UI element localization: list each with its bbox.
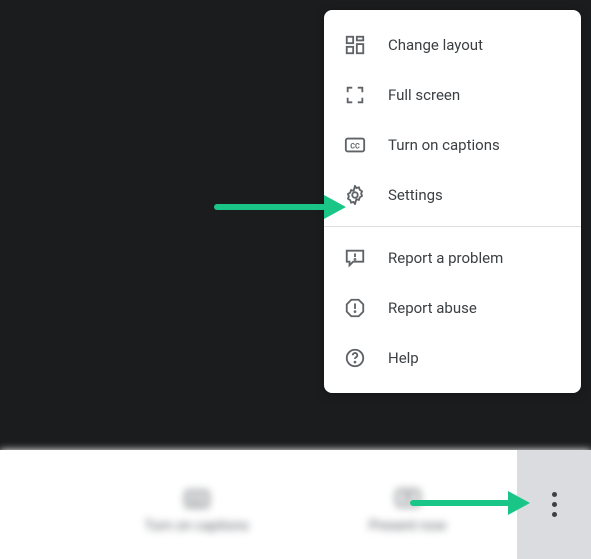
- present-button[interactable]: Present now: [369, 476, 447, 534]
- fullscreen-icon: [344, 84, 366, 106]
- menu-item-settings[interactable]: Settings: [324, 170, 581, 220]
- more-vert-icon: [552, 492, 557, 517]
- captions-icon: CC: [184, 486, 210, 512]
- menu-divider: [324, 226, 581, 227]
- bottom-control-bar: CC Turn on captions Present now: [0, 450, 591, 559]
- gear-icon: [344, 184, 366, 206]
- menu-label: Settings: [388, 186, 443, 204]
- report-icon: [344, 297, 366, 319]
- options-menu: Change layout Full screen CC Turn on cap…: [324, 10, 581, 393]
- present-icon: [395, 486, 421, 512]
- menu-label: Report a problem: [388, 249, 503, 267]
- layout-icon: [344, 34, 366, 56]
- present-label: Present now: [369, 518, 447, 534]
- feedback-icon: [344, 247, 366, 269]
- more-options-button[interactable]: [517, 450, 591, 559]
- menu-label: Turn on captions: [388, 136, 500, 154]
- menu-label: Full screen: [388, 86, 460, 104]
- menu-item-report-abuse[interactable]: Report abuse: [324, 283, 581, 333]
- menu-item-change-layout[interactable]: Change layout: [324, 20, 581, 70]
- help-icon: [344, 347, 366, 369]
- menu-item-captions[interactable]: CC Turn on captions: [324, 120, 581, 170]
- menu-label: Report abuse: [388, 299, 477, 317]
- menu-item-full-screen[interactable]: Full screen: [324, 70, 581, 120]
- menu-label: Help: [388, 349, 419, 367]
- svg-text:CC: CC: [190, 495, 203, 506]
- captions-icon: CC: [344, 134, 366, 156]
- captions-label: Turn on captions: [145, 518, 249, 534]
- captions-button[interactable]: CC Turn on captions: [145, 476, 249, 534]
- menu-item-report-problem[interactable]: Report a problem: [324, 233, 581, 283]
- svg-text:CC: CC: [350, 142, 360, 151]
- menu-label: Change layout: [388, 36, 483, 54]
- menu-item-help[interactable]: Help: [324, 333, 581, 383]
